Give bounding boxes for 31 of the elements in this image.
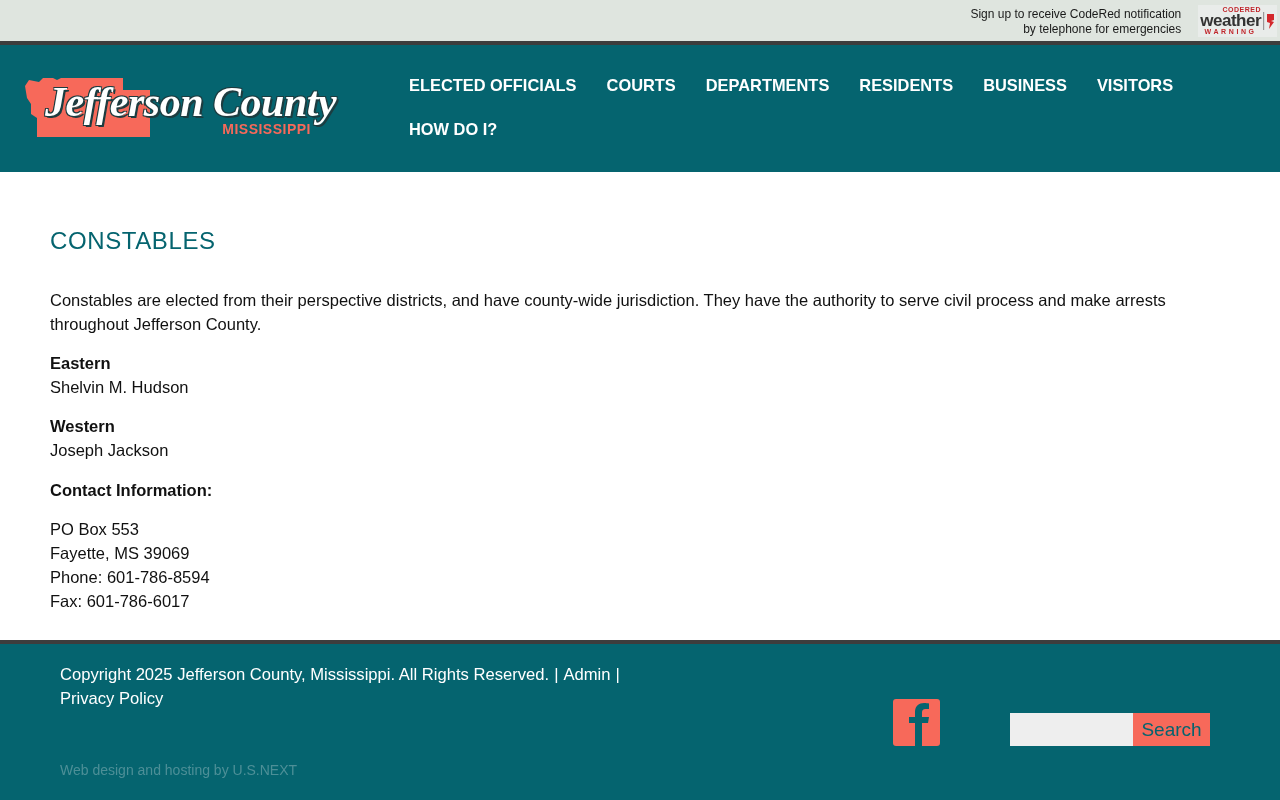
contact-line: Fayette, MS 39069 bbox=[50, 543, 191, 564]
notice-text: by telephone for emergencies bbox=[1023, 21, 1182, 37]
nav-link[interactable]: ELECTED OFFICIALS bbox=[409, 75, 577, 95]
contact-heading: Contact Information: bbox=[50, 480, 214, 501]
contact-line: PO Box 553 bbox=[50, 519, 140, 540]
constable-name: Joseph Jackson bbox=[50, 440, 170, 461]
district-name: Western bbox=[50, 416, 116, 437]
nav-link[interactable]: DEPARTMENTS bbox=[705, 75, 830, 95]
logo-subtitle: MISSISSIPPI bbox=[222, 121, 311, 137]
contact-line: Phone: 601-786-8594 bbox=[50, 567, 211, 588]
badge-title: weather bbox=[1200, 13, 1261, 28]
nav-link[interactable]: HOW DO I? bbox=[409, 119, 498, 139]
district-name: Eastern bbox=[50, 353, 112, 374]
facebook-icon[interactable] bbox=[893, 699, 940, 746]
intro-paragraph: Constables are elected from their perspective districts, and have county-wide jurisdiction. They have the authority to serve civil process and make arrests throughout Jefferson County. bbox=[50, 290, 1167, 335]
separator: | bbox=[554, 664, 559, 686]
lightning-bolt-icon bbox=[1263, 11, 1275, 30]
constable-name: Shelvin M. Hudson bbox=[50, 377, 190, 398]
search-field[interactable] bbox=[1010, 713, 1133, 746]
nav-link[interactable]: BUSINESS bbox=[983, 75, 1067, 95]
copyright-text: Copyright 2025 Jefferson County, Mississippi. All Rights Reserved. bbox=[60, 664, 550, 686]
nav-link[interactable]: COURTS bbox=[606, 75, 676, 95]
footer-link[interactable]: Admin bbox=[563, 663, 611, 687]
separator: | bbox=[615, 664, 620, 686]
credit-text: Web design and hosting by U.S.NEXT bbox=[60, 761, 299, 780]
notice-text: Sign up to receive CodeRed notification bbox=[970, 6, 1182, 22]
footer-link[interactable]: Privacy Policy bbox=[60, 687, 164, 711]
contact-line: Fax: 601-786-6017 bbox=[50, 591, 191, 612]
nav-link[interactable]: RESIDENTS bbox=[859, 75, 954, 95]
page-heading: CONSTABLES bbox=[50, 226, 217, 255]
nav-link[interactable]: VISITORS bbox=[1096, 75, 1174, 95]
